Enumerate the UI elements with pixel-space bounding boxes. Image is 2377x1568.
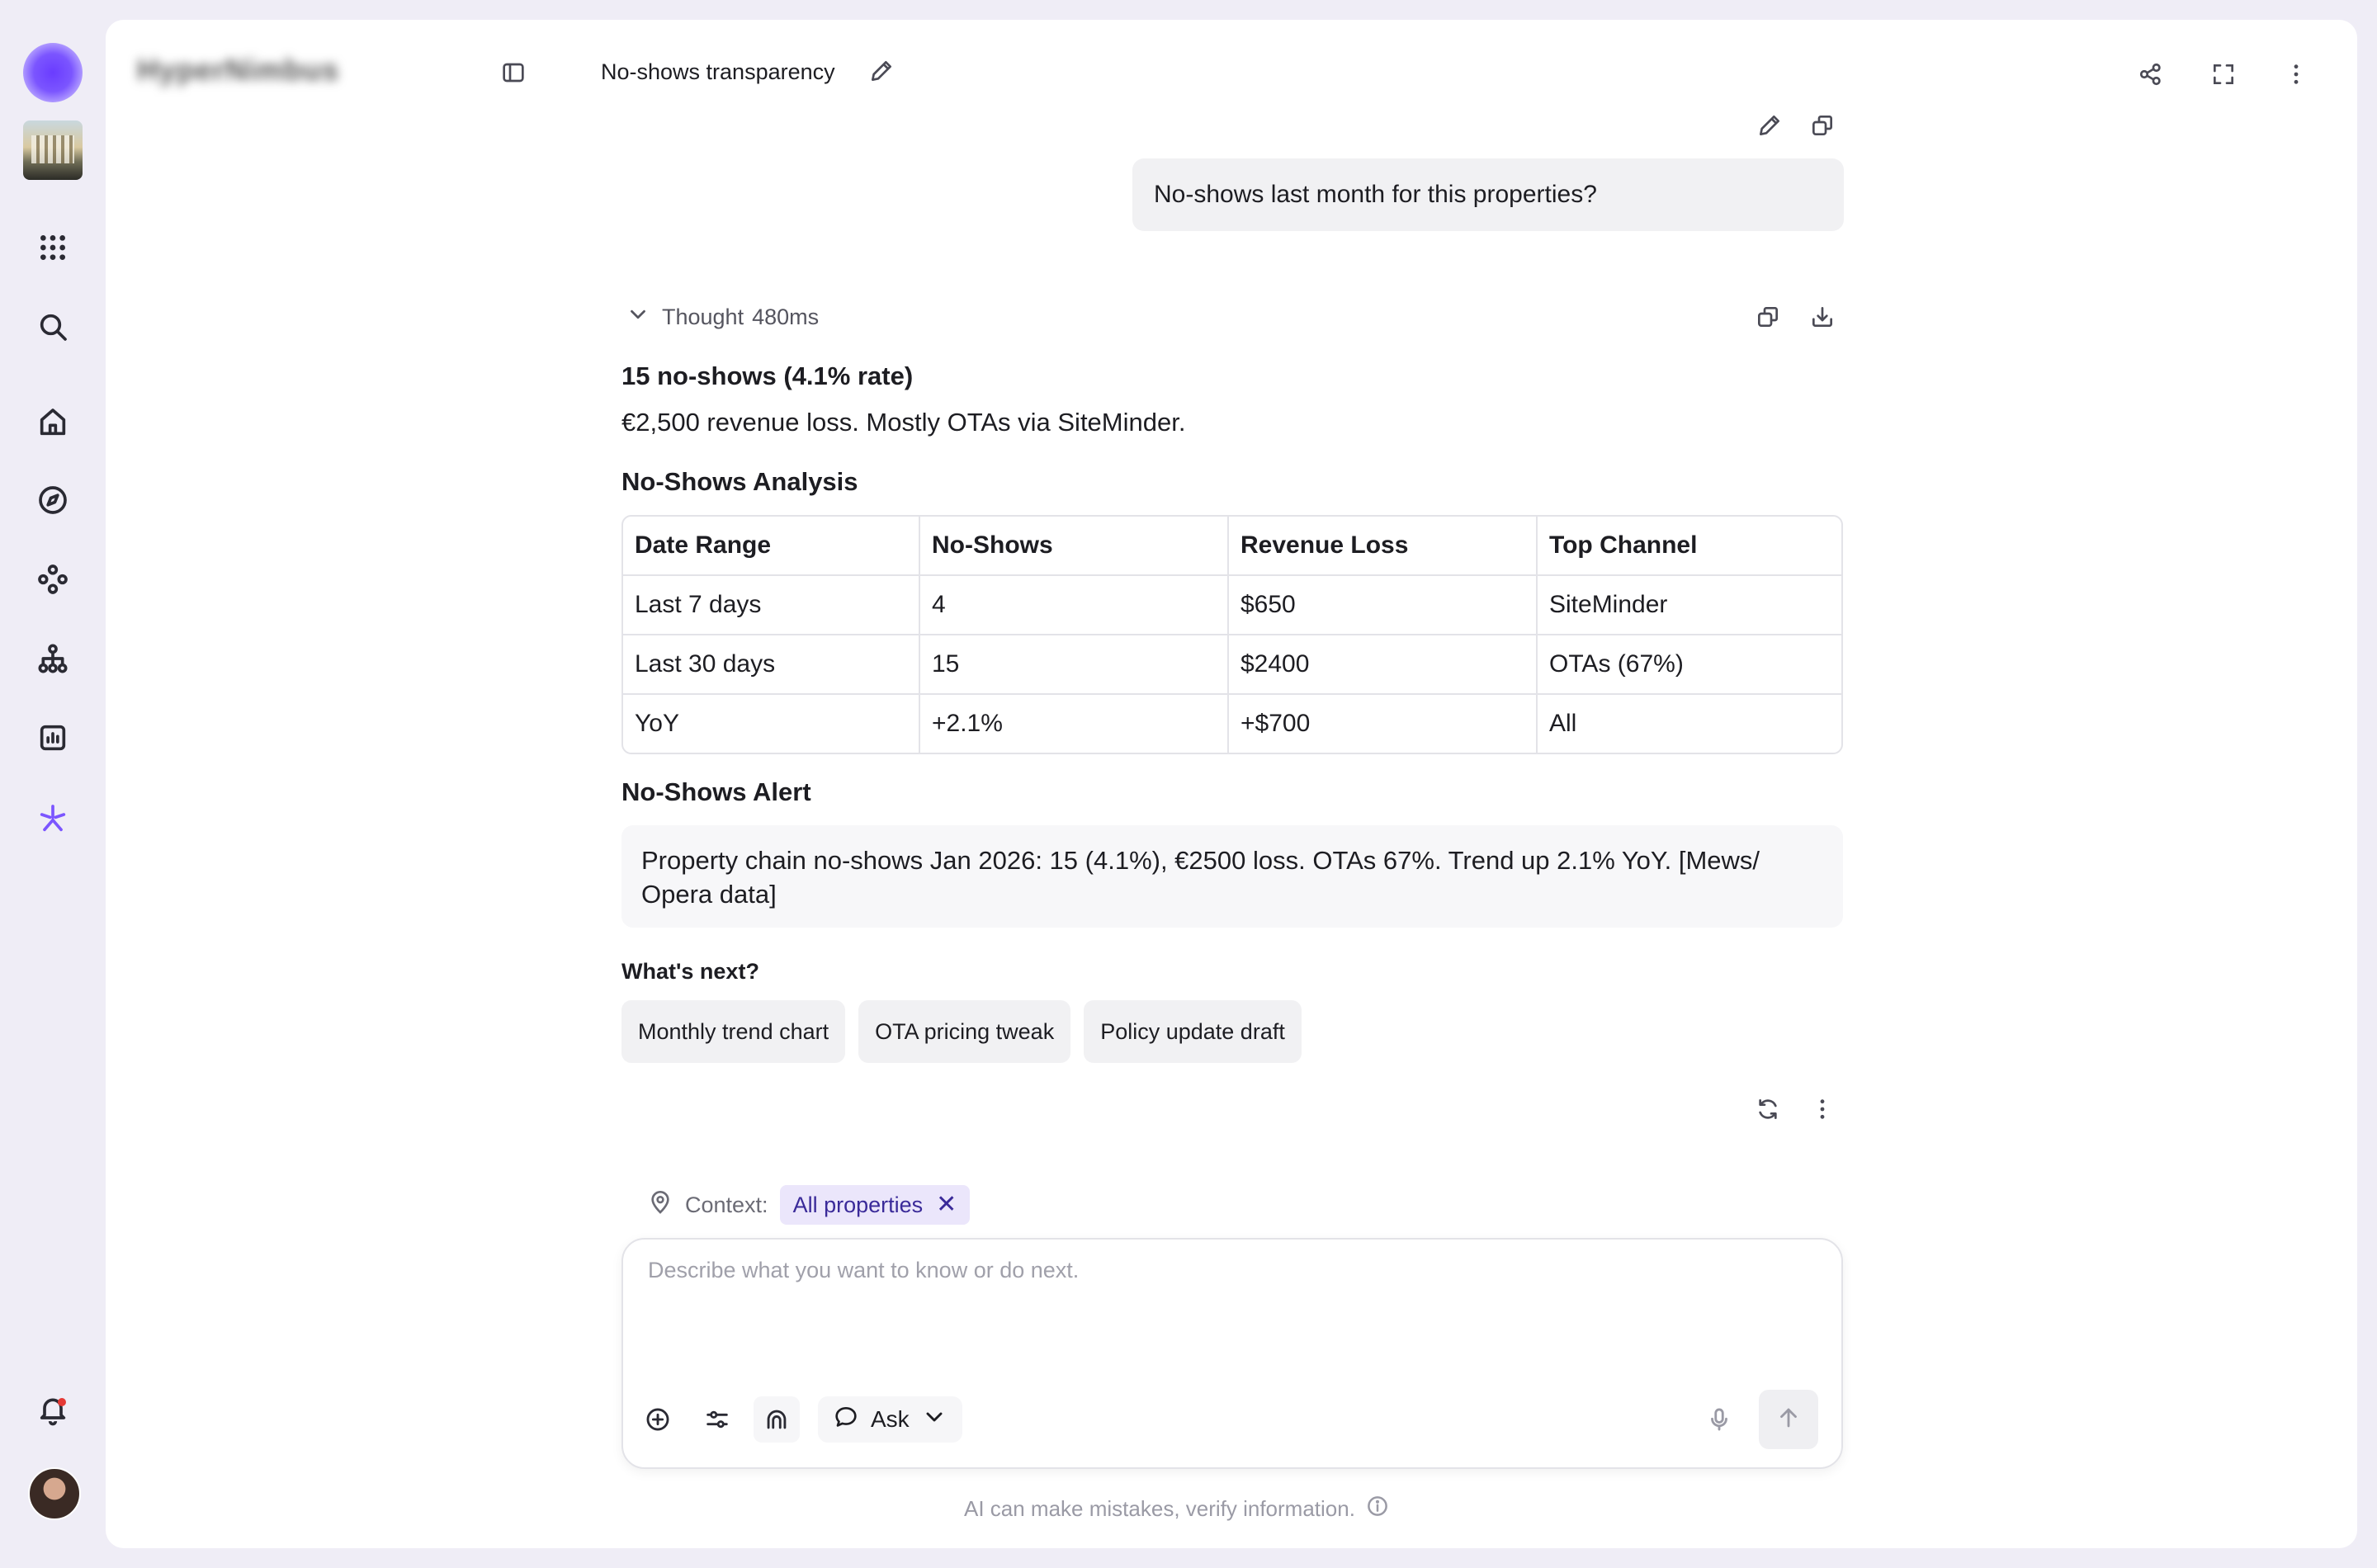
whats-next-label: What's next?: [621, 959, 759, 984]
notifications-bell-icon[interactable]: [30, 1386, 76, 1433]
arrow-up-icon: [1774, 1404, 1803, 1436]
prompt-input[interactable]: [646, 1256, 1805, 1350]
copy-answer-icon[interactable]: [1748, 297, 1788, 337]
table-row: Last 7 days 4 $650 SiteMinder: [623, 576, 1841, 635]
suggestion-chip-ota-pricing[interactable]: OTA pricing tweak: [858, 1000, 1071, 1063]
mode-select-label: Ask: [871, 1406, 910, 1432]
send-button[interactable]: [1759, 1390, 1818, 1449]
message-more-icon[interactable]: [1803, 1089, 1842, 1129]
alert-title: No-Shows Alert: [621, 777, 811, 806]
context-chip-label: All properties: [792, 1192, 924, 1217]
notification-badge: [58, 1398, 66, 1406]
thought-label: Thought: [662, 305, 744, 329]
composer: Ask: [621, 1238, 1843, 1469]
table-cell: $650: [1229, 576, 1538, 635]
copy-message-icon[interactable]: [1803, 106, 1842, 145]
suggestion-chip-policy-update[interactable]: Policy update draft: [1084, 1000, 1302, 1063]
table-cell: +$700: [1229, 695, 1538, 753]
table-header-cell: Revenue Loss: [1229, 517, 1538, 576]
thought-duration: 480ms: [752, 305, 820, 329]
context-label: Context:: [685, 1192, 768, 1217]
table-cell: YoY: [623, 695, 920, 753]
thought-toggle[interactable]: Thought 480ms: [626, 302, 819, 333]
info-icon[interactable]: [1365, 1494, 1390, 1524]
suggestion-chips: Monthly trend chart OTA pricing tweak Po…: [621, 1000, 1302, 1063]
chat-bubble-icon: [833, 1404, 859, 1436]
chevron-down-icon: [626, 302, 650, 333]
edit-message-pencil-icon[interactable]: [1750, 106, 1789, 145]
chevron-down-icon: [921, 1404, 947, 1436]
no-shows-analysis-table: Date Range No-Shows Revenue Loss Top Cha…: [621, 515, 1843, 754]
chat-title: No-shows transparency: [601, 59, 835, 84]
table-header-cell: No-Shows: [920, 517, 1229, 576]
regenerate-icon[interactable]: [1748, 1089, 1788, 1129]
reports-icon[interactable]: [30, 715, 76, 761]
table-cell: Last 30 days: [623, 635, 920, 695]
settings-sliders-icon[interactable]: [694, 1396, 740, 1443]
location-pin-icon: [647, 1189, 673, 1221]
sidebar-toggle-icon[interactable]: [494, 53, 533, 92]
table-header-cell: Date Range: [623, 517, 920, 576]
table-cell: +2.1%: [920, 695, 1229, 753]
search-icon[interactable]: [30, 304, 76, 350]
share-icon[interactable]: [2131, 54, 2171, 94]
brand-name: HyperNimbus: [137, 53, 340, 87]
table-cell: SiteMinder: [1538, 576, 1841, 635]
hierarchy-icon[interactable]: [30, 635, 76, 682]
fullscreen-icon[interactable]: [2204, 54, 2243, 94]
organization-logo[interactable]: [23, 43, 83, 102]
user-avatar[interactable]: [28, 1467, 81, 1520]
table-row: YoY +2.1% +$700 All: [623, 695, 1841, 753]
context-chip[interactable]: All properties ✕: [779, 1185, 971, 1225]
agent-mode-icon[interactable]: [754, 1396, 800, 1443]
table-cell: 15: [920, 635, 1229, 695]
table-cell: All: [1549, 710, 1577, 737]
user-message-bubble: No-shows last month for this properties?: [1132, 158, 1844, 231]
download-answer-icon[interactable]: [1803, 297, 1842, 337]
context-row: Context: All properties ✕: [647, 1185, 971, 1225]
table-cell: Last 7 days: [623, 576, 920, 635]
compass-icon[interactable]: [30, 477, 76, 523]
ai-disclaimer: AI can make mistakes, verify information…: [964, 1494, 1390, 1524]
mode-select-button[interactable]: Ask: [818, 1396, 962, 1443]
home-icon[interactable]: [30, 399, 76, 446]
table-header-row: Date Range No-Shows Revenue Loss Top Cha…: [623, 517, 1841, 576]
edit-title-pencil-icon[interactable]: [862, 51, 901, 91]
table-cell: $2400: [1229, 635, 1538, 695]
integrations-icon[interactable]: [30, 556, 76, 602]
disclaimer-text: AI can make mistakes, verify information…: [964, 1496, 1355, 1521]
table-header-cell: Top Channel: [1538, 517, 1841, 576]
answer-headline: 15 no-shows (4.1% rate): [621, 361, 914, 390]
remove-context-icon[interactable]: ✕: [936, 1193, 957, 1217]
table-cell: OTAs (67%): [1538, 635, 1841, 695]
left-rail: [0, 0, 106, 1568]
property-thumbnail[interactable]: [23, 120, 83, 180]
add-attachment-icon[interactable]: [635, 1396, 681, 1443]
table-cell: 4: [920, 576, 1229, 635]
table-row: Last 30 days 15 $2400 OTAs (67%): [623, 635, 1841, 695]
microphone-icon[interactable]: [1696, 1396, 1742, 1443]
ai-assistant-icon[interactable]: [30, 796, 76, 842]
alert-box: Property chain no-shows Jan 2026: 15 (4.…: [621, 825, 1843, 928]
analysis-title: No-Shows Analysis: [621, 467, 858, 496]
answer-summary: €2,500 revenue loss. Mostly OTAs via Sit…: [621, 408, 1186, 437]
suggestion-chip-monthly-trend[interactable]: Monthly trend chart: [621, 1000, 846, 1063]
apps-grid-icon[interactable]: [30, 224, 76, 271]
more-options-icon[interactable]: [2276, 54, 2316, 94]
